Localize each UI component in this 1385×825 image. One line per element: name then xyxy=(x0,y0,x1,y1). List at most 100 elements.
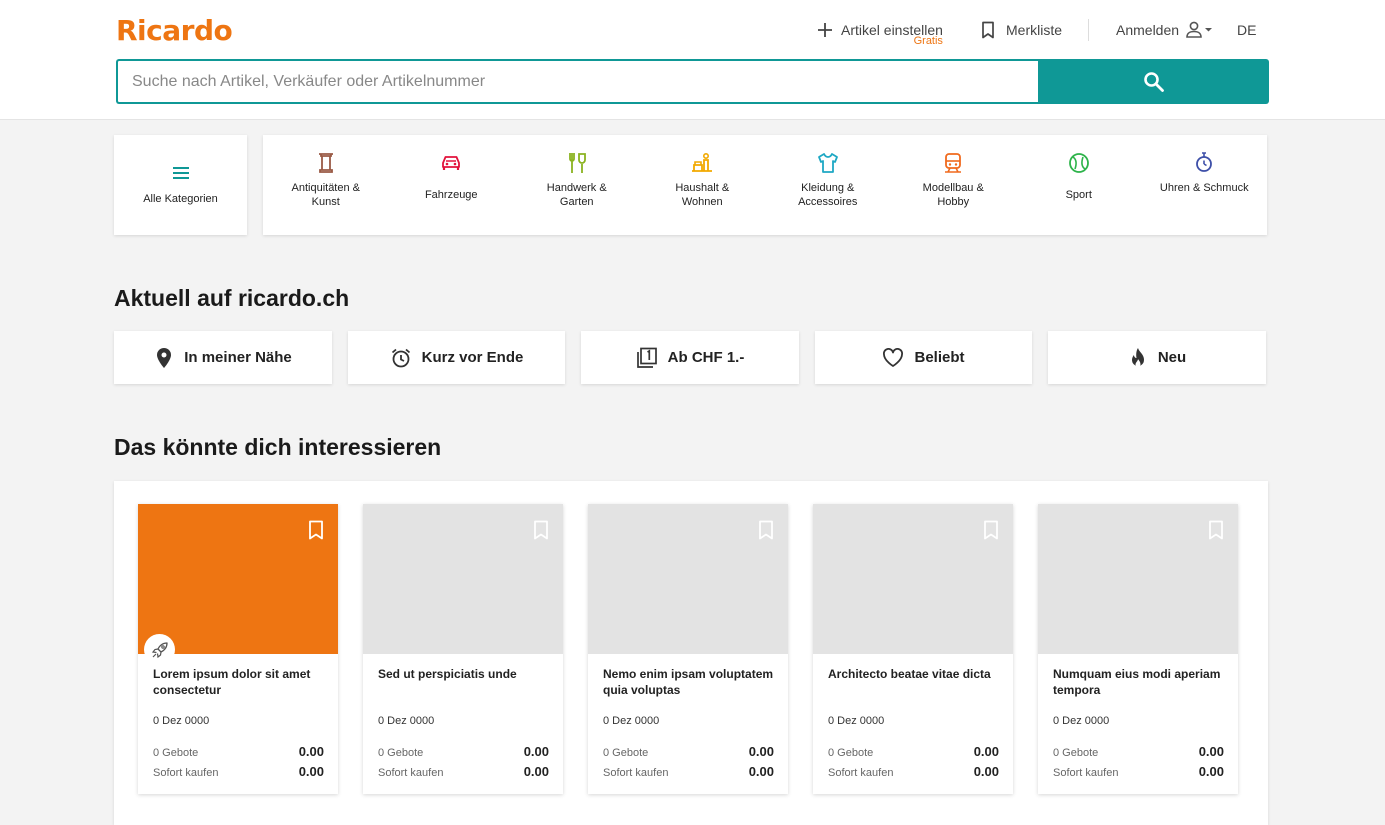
shirt-icon xyxy=(817,153,838,173)
product-title: Sed ut perspiciatis unde xyxy=(378,667,517,681)
bids-label: 0 Gebote xyxy=(378,747,424,759)
bids-label: 0 Gebote xyxy=(153,747,199,759)
buy-now-price: 0.00 xyxy=(298,764,324,779)
category-label: Antiquitäten & Kunst xyxy=(291,182,361,208)
buy-now-label: Sofort kaufen xyxy=(378,767,444,779)
bookmark-icon[interactable] xyxy=(308,520,324,540)
bids-row: 0 Gebote 0.00 xyxy=(828,744,999,759)
filter-from-one-franc-button[interactable]: Ab CHF 1.- xyxy=(581,331,799,384)
category-label: Modellbau & Hobby xyxy=(922,182,984,208)
bid-price: 0.00 xyxy=(1198,744,1224,759)
bids-label: 0 Gebote xyxy=(828,747,874,759)
product-end-date: 0 Dez 0000 xyxy=(1053,715,1110,727)
category-antiques-art[interactable]: Antiquitäten & Kunst xyxy=(263,135,389,235)
bookmark-icon xyxy=(982,21,994,39)
language-selector[interactable]: DE xyxy=(1237,14,1256,46)
category-label: Sport xyxy=(1065,189,1092,201)
bookmark-icon[interactable] xyxy=(758,520,774,540)
location-icon xyxy=(157,347,172,368)
heart-icon xyxy=(883,347,904,367)
watchlist-label: Merkliste xyxy=(1006,22,1063,38)
product-title: Architecto beatae vitae dicta xyxy=(828,667,991,681)
bookmark-icon[interactable] xyxy=(1208,520,1224,540)
buy-now-row: Sofort kaufen 0.00 xyxy=(153,764,324,779)
bookmark-icon[interactable] xyxy=(533,520,549,540)
tools-icon xyxy=(568,153,586,173)
header: Ricardo Artikel einstellen Gratis Merkli… xyxy=(0,0,1385,120)
watch-icon xyxy=(1196,152,1213,172)
buy-now-row: Sofort kaufen 0.00 xyxy=(603,764,774,779)
buy-now-row: Sofort kaufen 0.00 xyxy=(828,764,999,779)
filter-nearby-button[interactable]: In meiner Nähe xyxy=(114,331,332,384)
product-card[interactable]: Numquam eius modi aperiam tempora 0 Dez … xyxy=(1038,504,1238,794)
category-clothing-accessories[interactable]: Kleidung & Accessoires xyxy=(765,135,891,235)
buy-now-row: Sofort kaufen 0.00 xyxy=(378,764,549,779)
filter-label: Beliebt xyxy=(914,349,965,366)
section-heading-interest: Das könnte dich interessieren xyxy=(114,434,442,460)
bids-row: 0 Gebote 0.00 xyxy=(1053,744,1224,759)
boost-badge xyxy=(144,634,175,665)
product-end-date: 0 Dez 0000 xyxy=(603,715,660,727)
search-input[interactable] xyxy=(116,59,1038,104)
sell-item-link[interactable]: Artikel einstellen Gratis xyxy=(815,14,943,47)
bids-row: 0 Gebote 0.00 xyxy=(378,744,549,759)
filter-label: In meiner Nähe xyxy=(184,349,292,366)
ball-icon xyxy=(1068,153,1089,173)
category-watches-jewelry[interactable]: Uhren & Schmuck xyxy=(1142,135,1268,235)
bid-price: 0.00 xyxy=(748,744,774,759)
search-button[interactable] xyxy=(1038,59,1269,104)
section-heading-current: Aktuell auf ricardo.ch xyxy=(114,285,350,311)
rocket-icon xyxy=(151,641,168,658)
bid-price: 0.00 xyxy=(523,744,549,759)
login-link[interactable]: Anmelden xyxy=(1116,14,1215,46)
product-title: Nemo enim ipsam voluptatem quia voluptas xyxy=(603,667,774,697)
bid-price: 0.00 xyxy=(298,744,324,759)
user-icon xyxy=(1186,21,1213,38)
product-end-date: 0 Dez 0000 xyxy=(153,715,210,727)
filter-new-button[interactable]: Neu xyxy=(1048,331,1266,384)
category-vehicles[interactable]: Fahrzeuge xyxy=(389,135,515,235)
category-household-living[interactable]: Haushalt & Wohnen xyxy=(640,135,766,235)
filter-label: Ab CHF 1.- xyxy=(667,349,745,366)
category-label: Haushalt & Wohnen xyxy=(675,182,730,208)
buy-now-label: Sofort kaufen xyxy=(828,767,894,779)
search-icon xyxy=(1143,71,1164,92)
filter-ending-soon-button[interactable]: Kurz vor Ende xyxy=(348,331,565,384)
category-models-hobby[interactable]: Modellbau & Hobby xyxy=(891,135,1017,235)
filter-popular-button[interactable]: Beliebt xyxy=(815,331,1032,384)
category-strip: Antiquitäten & Kunst Fahrzeuge Handwerk … xyxy=(263,135,1267,235)
flame-icon xyxy=(1131,347,1144,367)
ricardo-logo[interactable]: Ricardo xyxy=(116,14,233,47)
buy-now-label: Sofort kaufen xyxy=(153,767,219,779)
product-card[interactable]: Sed ut perspiciatis unde 0 Dez 0000 0 Ge… xyxy=(363,504,563,794)
buy-now-label: Sofort kaufen xyxy=(1053,767,1119,779)
bids-row: 0 Gebote 0.00 xyxy=(153,744,324,759)
product-card[interactable]: Architecto beatae vitae dicta 0 Dez 0000… xyxy=(813,504,1013,794)
free-badge: Gratis xyxy=(913,35,943,47)
product-end-date: 0 Dez 0000 xyxy=(378,715,435,727)
filter-label: Kurz vor Ende xyxy=(421,349,524,366)
product-card[interactable]: Nemo enim ipsam voluptatem quia voluptas… xyxy=(588,504,788,794)
buy-now-row: Sofort kaufen 0.00 xyxy=(1053,764,1224,779)
product-card[interactable]: Lorem ipsum dolor sit amet consectetur 0… xyxy=(138,504,338,794)
category-craft-garden[interactable]: Handwerk & Garten xyxy=(514,135,640,235)
menu-icon xyxy=(172,167,189,179)
product-end-date: 0 Dez 0000 xyxy=(828,715,885,727)
buy-now-price: 0.00 xyxy=(1198,764,1224,779)
bids-label: 0 Gebote xyxy=(603,747,649,759)
bid-price: 0.00 xyxy=(973,744,999,759)
bids-row: 0 Gebote 0.00 xyxy=(603,744,774,759)
header-divider xyxy=(1088,19,1089,41)
bookmark-icon[interactable] xyxy=(983,520,999,540)
filter-label: Neu xyxy=(1157,349,1187,366)
product-title: Lorem ipsum dolor sit amet consectetur xyxy=(153,667,311,697)
category-sport[interactable]: Sport xyxy=(1016,135,1142,235)
search-bar xyxy=(116,59,1269,104)
watchlist-link[interactable]: Merkliste xyxy=(978,14,1062,46)
all-categories-button[interactable]: Alle Kategorien xyxy=(114,135,247,235)
category-label: Kleidung & Accessoires xyxy=(798,182,858,208)
bids-label: 0 Gebote xyxy=(1053,747,1099,759)
category-label: Handwerk & Garten xyxy=(546,182,607,208)
category-label: Uhren & Schmuck xyxy=(1159,182,1249,194)
login-label: Anmelden xyxy=(1116,22,1180,38)
